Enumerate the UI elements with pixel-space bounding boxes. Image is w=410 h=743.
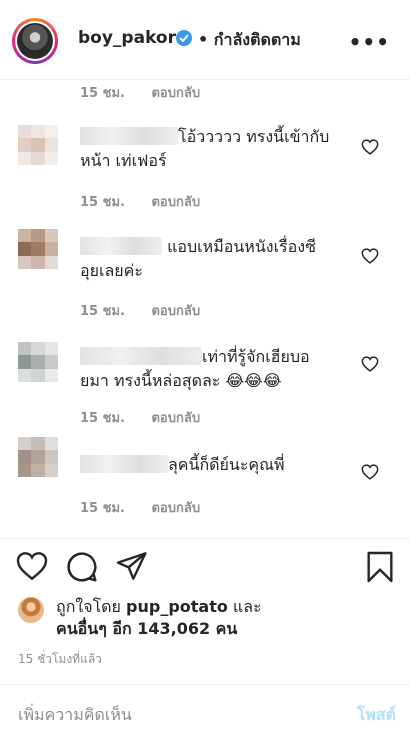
bookmark-icon[interactable] [366,551,394,583]
avatar-pixel [44,463,58,477]
following-status[interactable]: • กำลังติดตาม [198,28,301,53]
comment-time: 15 ชม. [80,86,125,101]
liker-username[interactable]: pup_potato [126,597,228,616]
avatar-pixel [18,229,32,243]
avatar-pixel [31,255,45,269]
profile-avatar[interactable] [12,18,58,64]
comment-time: 15 ชม. [80,304,125,319]
reply-button[interactable]: ตอบกลับ [151,195,200,210]
likes-count[interactable]: คนอื่นๆ อีก 143,062 คน [56,617,237,642]
like-comment-icon[interactable] [361,356,379,372]
likes-summary: ถูกใจโดย pup_potato และ คนอื่นๆ อีก 143,… [18,595,398,639]
avatar-pixel [44,342,58,356]
comment-text: โอ้ววววว ทรงนี้เข้ากับ หน้า เท่เฟอร์ [80,127,330,170]
comments-list[interactable]: 15 ชม. ตอบกลับ โอ้ววววว ทรงนี้เข้ากับ หน… [0,80,410,538]
paper-plane-icon[interactable] [116,551,148,581]
verified-badge-icon [176,30,192,46]
avatar-pixel [31,368,45,382]
blurred-username [80,237,162,255]
more-options-icon[interactable]: ••• [349,30,390,54]
avatar-pixel [18,450,32,464]
reply-button[interactable]: ตอบกลับ [151,304,200,319]
avatar-pixel [44,125,58,139]
comment-time: 15 ชม. [80,501,125,516]
username-link[interactable]: boy_pakorn [78,28,188,48]
reply-button[interactable]: ตอบกลับ [151,86,200,101]
avatar-pixel [31,151,45,165]
avatar-pixel [44,437,58,451]
like-comment-icon[interactable] [361,248,379,264]
avatar-pixel [44,355,58,369]
post-action-bar [0,538,410,594]
blurred-username [80,455,168,473]
commenter-avatar[interactable] [18,342,58,382]
avatar-pixel [31,229,45,243]
avatar-pixel [31,138,45,152]
avatar-pixel [31,450,45,464]
like-comment-icon[interactable] [361,139,379,155]
commenter-avatar[interactable] [18,437,58,477]
avatar-pixel [31,342,45,356]
blurred-username [80,347,202,365]
comment-text: เท่าที่รู้จักเฮียบอ ยมา ทรงนี้หล่อสุดละ … [80,347,310,390]
commenter-avatar[interactable] [18,229,58,269]
speech-bubble-icon[interactable] [66,551,98,583]
avatar-pixel [31,355,45,369]
avatar-pixel [44,138,58,152]
comment-time: 15 ชม. [80,411,125,426]
comment-meta: 15 ชม. ตอบกลับ [80,497,222,518]
avatar-pixel [18,151,32,165]
avatar-pixel [44,255,58,269]
avatar-pixel [18,437,32,451]
like-comment-icon[interactable] [361,464,379,480]
avatar-pixel [18,138,32,152]
reply-button[interactable]: ตอบกลับ [151,411,200,426]
commenter-avatar[interactable] [18,125,58,165]
avatar-pixel [31,125,45,139]
post-timestamp: 15 ชั่วโมงที่แล้ว [18,652,102,666]
add-comment-bar: โพสต์ [0,684,410,743]
comment-input[interactable] [18,701,318,727]
liker-avatar[interactable] [18,597,44,623]
avatar-pixel [31,437,45,451]
comment-text: ลุคนี้ก็ดีย์นะคุณพี่ [80,453,350,477]
avatar-pixel [18,342,32,356]
comment-text: แอบเหมือนหนังเรื่องซี อุยเลยค่ะ [80,237,316,280]
reply-button[interactable]: ตอบกลับ [151,501,200,516]
comment-meta: 15 ชม. ตอบกลับ [80,82,222,103]
avatar-pixel [44,229,58,243]
comment-meta: 15 ชม. ตอบกลับ [80,407,222,428]
heart-icon[interactable] [16,551,48,581]
comment-meta: 15 ชม. ตอบกลับ [80,191,222,212]
comment-time: 15 ชม. [80,195,125,210]
post-comment-button[interactable]: โพสต์ [357,703,396,728]
avatar-pixel [18,255,32,269]
avatar-pixel [18,125,32,139]
blurred-username [80,127,178,145]
post-header: boy_pakorn • กำลังติดตาม ••• [0,0,410,80]
avatar-pixel [44,368,58,382]
avatar-pixel [18,355,32,369]
avatar-pixel [44,450,58,464]
avatar-pixel [18,463,32,477]
comment-meta: 15 ชม. ตอบกลับ [80,300,222,321]
avatar-pixel [31,463,45,477]
avatar-pixel [18,242,32,256]
avatar-pixel [18,368,32,382]
avatar-pixel [44,242,58,256]
avatar-pixel [44,151,58,165]
avatar-pixel [31,242,45,256]
